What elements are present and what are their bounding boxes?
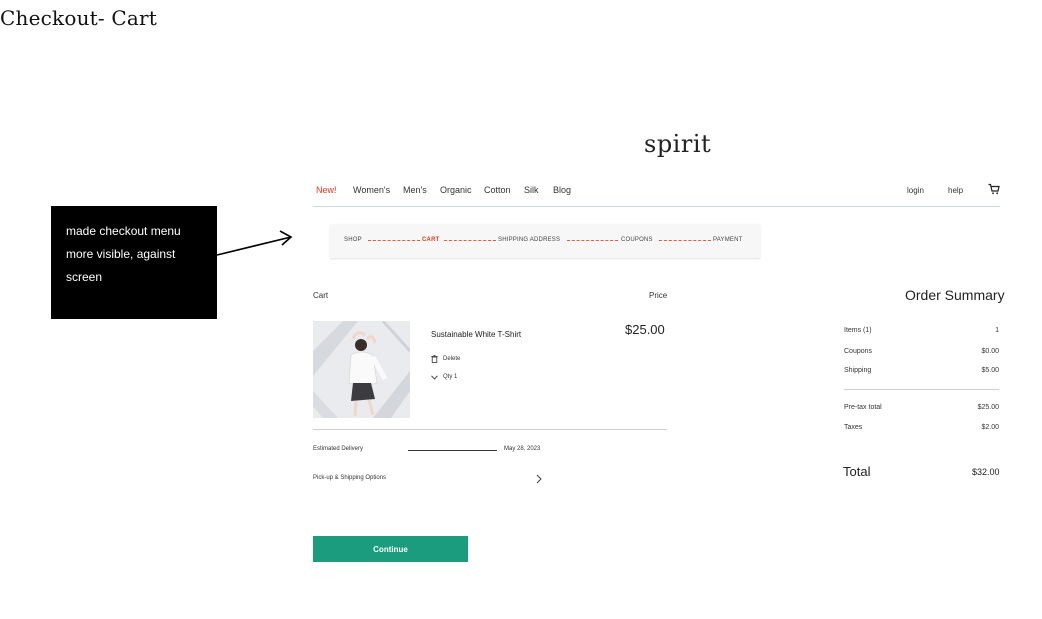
total-label: Total bbox=[843, 464, 871, 479]
nav-item-womens[interactable]: Women's bbox=[353, 185, 390, 195]
delete-button[interactable]: Delete bbox=[431, 355, 460, 363]
nav-item-new[interactable]: New! bbox=[316, 185, 337, 195]
step-connector bbox=[368, 240, 420, 241]
summary-label: Pre-tax total bbox=[844, 404, 882, 411]
help-link[interactable]: help bbox=[948, 186, 963, 195]
trash-icon bbox=[431, 355, 438, 363]
step-coupons[interactable]: COUPONS bbox=[621, 237, 653, 243]
continue-button[interactable]: Continue bbox=[313, 536, 468, 562]
summary-label: Items (1) bbox=[844, 327, 872, 334]
step-shipping-address[interactable]: SHIPPING ADDRESS bbox=[498, 237, 560, 243]
nav-item-organic[interactable]: Organic bbox=[440, 185, 472, 195]
chevron-right-icon[interactable] bbox=[536, 474, 542, 484]
login-link[interactable]: login bbox=[907, 186, 924, 195]
total-value: $32.00 bbox=[972, 467, 1000, 477]
cart-heading: Cart bbox=[313, 291, 329, 300]
step-payment[interactable]: PAYMENT bbox=[713, 237, 743, 243]
pickup-shipping-options[interactable]: Pick-up & Shipping Options bbox=[313, 475, 386, 481]
top-nav: New! Women's Men's Organic Cotton Silk B… bbox=[313, 183, 1000, 207]
divider bbox=[313, 429, 667, 430]
product-price: $25.00 bbox=[625, 322, 665, 337]
annotation-arrow-icon bbox=[216, 230, 293, 256]
quantity-label: Qty 1 bbox=[443, 374, 458, 380]
delete-label: Delete bbox=[443, 356, 461, 362]
summary-value: $2.00 bbox=[981, 424, 999, 431]
product-name[interactable]: Sustainable White T-Shirt bbox=[431, 330, 521, 339]
step-shop[interactable]: SHOP bbox=[344, 237, 362, 243]
product-image[interactable] bbox=[313, 321, 410, 418]
order-summary-title: Order Summary bbox=[905, 287, 1005, 303]
nav-item-cotton[interactable]: Cotton bbox=[484, 185, 511, 195]
estimated-delivery-date: May 28, 2023 bbox=[504, 446, 541, 452]
step-connector bbox=[659, 240, 711, 241]
summary-label: Taxes bbox=[844, 424, 863, 431]
summary-divider bbox=[844, 389, 999, 390]
step-connector bbox=[567, 240, 618, 241]
quantity-selector[interactable]: Qty 1 bbox=[431, 374, 457, 380]
chevron-down-icon bbox=[431, 374, 438, 380]
estimated-delivery-label: Estimated Delivery bbox=[313, 446, 364, 452]
brand-logo[interactable]: spirit bbox=[644, 130, 711, 158]
nav-item-silk[interactable]: Silk bbox=[524, 185, 539, 195]
summary-value: 1 bbox=[995, 327, 999, 334]
price-heading: Price bbox=[649, 291, 668, 300]
summary-value: $5.00 bbox=[981, 367, 999, 374]
summary-value: $25.00 bbox=[977, 404, 999, 411]
step-connector bbox=[444, 240, 496, 241]
page-title: Checkout- Cart bbox=[0, 6, 158, 30]
step-cart[interactable]: CART bbox=[422, 237, 439, 243]
product-photo bbox=[313, 321, 410, 418]
annotation-note: made checkout menu more visible, against… bbox=[51, 206, 217, 319]
checkout-steps: SHOP CART SHIPPING ADDRESS COUPONS PAYME… bbox=[330, 224, 760, 258]
cart-icon[interactable] bbox=[988, 183, 1000, 195]
delivery-line bbox=[408, 450, 497, 451]
nav-item-mens[interactable]: Men's bbox=[403, 185, 427, 195]
summary-label: Coupons bbox=[844, 348, 873, 355]
nav-item-blog[interactable]: Blog bbox=[553, 185, 571, 195]
summary-label: Shipping bbox=[844, 367, 872, 374]
summary-value: $0.00 bbox=[981, 348, 999, 355]
